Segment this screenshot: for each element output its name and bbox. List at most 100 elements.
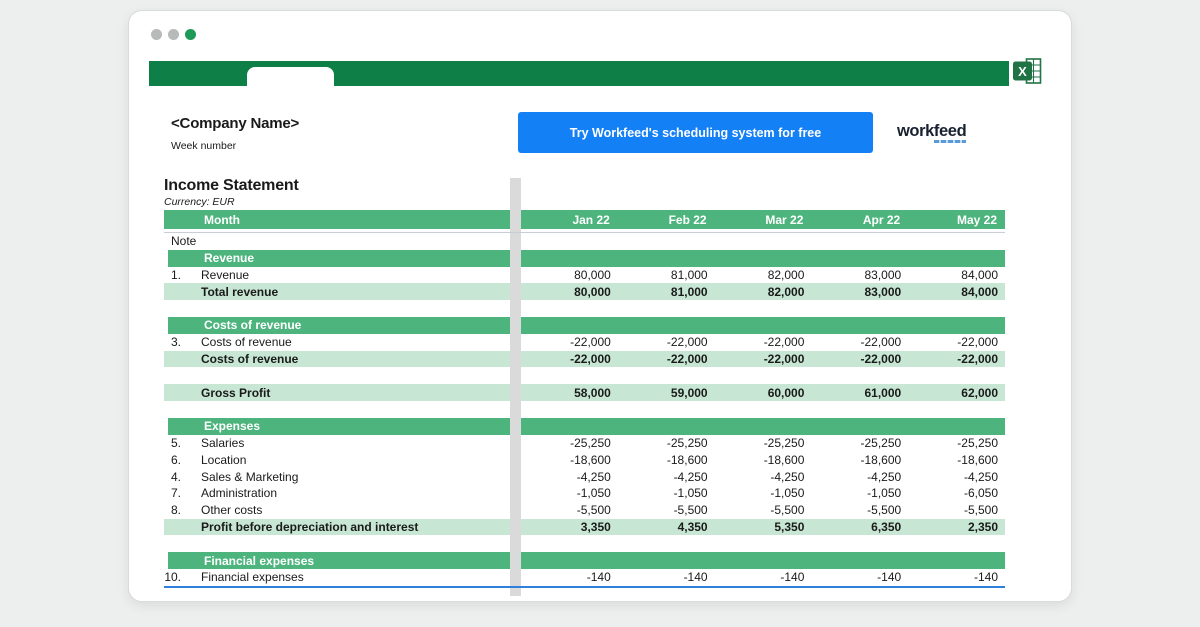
cell-value: 80,000 xyxy=(521,267,618,284)
table-header-row: Month Jan 22 Feb 22 Mar 22 Apr 22 May 22 xyxy=(164,210,1005,229)
total-value: -22,000 xyxy=(618,351,715,368)
section-header-label: Financial expenses xyxy=(168,552,510,569)
cell-value: 84,000 xyxy=(908,267,1005,284)
currency-label: Currency: EUR xyxy=(164,196,299,208)
table-row-spacer xyxy=(164,300,1005,317)
table-row-data: 1.Revenue80,00081,00082,00083,00084,000 xyxy=(164,267,1005,284)
cell-value: -5,500 xyxy=(618,502,715,519)
total-row-label: Gross Profit xyxy=(164,384,510,401)
total-row-label: Costs of revenue xyxy=(164,351,510,368)
cell-value: -5,500 xyxy=(908,502,1005,519)
month-header-cell: May 22 xyxy=(908,210,1005,229)
cell-value: -18,600 xyxy=(811,451,908,468)
logo-text-feed: feed xyxy=(934,122,966,143)
row-number: 6. xyxy=(164,451,188,468)
table-row-spacer xyxy=(164,535,1005,552)
cell-value: -5,500 xyxy=(811,502,908,519)
excel-icon: X xyxy=(1013,57,1043,85)
table-row-data: 3.Costs of revenue-22,000-22,000-22,000-… xyxy=(164,334,1005,351)
divider-gap xyxy=(510,468,521,485)
section-header-label: Expenses xyxy=(168,418,510,435)
cell-value: -22,000 xyxy=(521,334,618,351)
cell-value: -18,600 xyxy=(908,451,1005,468)
total-value: 58,000 xyxy=(521,384,618,401)
cell-value: -1,050 xyxy=(715,485,812,502)
month-header-cell: Feb 22 xyxy=(618,210,715,229)
sheet-title: Income Statement xyxy=(164,177,299,195)
divider-gap xyxy=(510,250,521,267)
cell-value: -4,250 xyxy=(715,468,812,485)
table-row-data: 10.Financial expenses-140-140-140-140-14… xyxy=(164,569,1005,586)
cell-value: -25,250 xyxy=(521,435,618,452)
row-label: Revenue xyxy=(188,267,510,284)
total-value: -22,000 xyxy=(908,351,1005,368)
cell-value: -4,250 xyxy=(908,468,1005,485)
divider-gap xyxy=(510,283,521,300)
table-row-spacer xyxy=(164,367,1005,384)
total-value: 3,350 xyxy=(521,519,618,536)
table-row-section: Revenue xyxy=(164,250,1005,267)
table-row-data: 5.Salaries-25,250-25,250-25,250-25,250-2… xyxy=(164,435,1005,452)
cell-value: -18,600 xyxy=(618,451,715,468)
total-value: 83,000 xyxy=(811,283,908,300)
table-row-data: 6.Location-18,600-18,600-18,600-18,600-1… xyxy=(164,451,1005,468)
total-value: 62,000 xyxy=(908,384,1005,401)
section-header-label: Costs of revenue xyxy=(168,317,510,334)
cell-value: -140 xyxy=(521,569,618,586)
window-controls xyxy=(151,29,196,40)
divider-gap xyxy=(510,317,521,334)
row-label: Administration xyxy=(188,485,510,502)
table-row-spacer xyxy=(164,401,1005,418)
sheet-tab[interactable] xyxy=(247,67,334,86)
divider-gap xyxy=(510,485,521,502)
divider-gap xyxy=(510,552,521,569)
window-dot-icon[interactable] xyxy=(185,29,196,40)
divider-gap xyxy=(510,384,521,401)
divider-gap xyxy=(510,351,521,368)
logo-text-work: work xyxy=(897,122,934,140)
table-row-data: 7.Administration-1,050-1,050-1,050-1,050… xyxy=(164,485,1005,502)
cell-value: -140 xyxy=(811,569,908,586)
window-dot-icon[interactable] xyxy=(151,29,162,40)
section-header-band xyxy=(521,317,1005,334)
table-row-section: Costs of revenue xyxy=(164,317,1005,334)
window-dot-icon[interactable] xyxy=(168,29,179,40)
svg-text:X: X xyxy=(1018,64,1027,79)
workfeed-logo[interactable]: workfeed xyxy=(897,122,966,141)
table-row-data: 4.Sales & Marketing-4,250-4,250-4,250-4,… xyxy=(164,468,1005,485)
bottom-accent-line xyxy=(164,586,1005,588)
cell-value: 83,000 xyxy=(811,267,908,284)
row-label: Salaries xyxy=(188,435,510,452)
cell-value: -5,500 xyxy=(521,502,618,519)
row-label: Sales & Marketing xyxy=(188,468,510,485)
month-header-cell: Jan 22 xyxy=(521,210,618,229)
total-value: 81,000 xyxy=(618,283,715,300)
cell-value: -140 xyxy=(908,569,1005,586)
cell-value: 82,000 xyxy=(715,267,812,284)
cell-value: -25,250 xyxy=(618,435,715,452)
row-label: Other costs xyxy=(188,502,510,519)
table-row-data: 8.Other costs-5,500-5,500-5,500-5,500-5,… xyxy=(164,502,1005,519)
cell-value: 81,000 xyxy=(618,267,715,284)
row-label: Financial expenses xyxy=(188,569,510,586)
row-number: 4. xyxy=(164,468,188,485)
total-value: 59,000 xyxy=(618,384,715,401)
divider-gap xyxy=(510,210,521,229)
total-value: -22,000 xyxy=(521,351,618,368)
divider-gap xyxy=(510,519,521,536)
cell-value: -25,250 xyxy=(715,435,812,452)
divider-gap xyxy=(510,502,521,519)
cell-value: -4,250 xyxy=(618,468,715,485)
cell-value: -140 xyxy=(618,569,715,586)
table-row-total: Profit before depreciation and interest3… xyxy=(164,519,1005,536)
sheet-title-block: Income Statement Currency: EUR xyxy=(164,177,299,208)
company-name: <Company Name> xyxy=(171,115,299,132)
note-label: Note xyxy=(164,233,510,250)
cell-value: -22,000 xyxy=(811,334,908,351)
cta-button[interactable]: Try Workfeed's scheduling system for fre… xyxy=(518,112,873,153)
total-value: 60,000 xyxy=(715,384,812,401)
cell-value: -140 xyxy=(715,569,812,586)
cell-value: -5,500 xyxy=(715,502,812,519)
table-row-total: Costs of revenue-22,000-22,000-22,000-22… xyxy=(164,351,1005,368)
total-value: 82,000 xyxy=(715,283,812,300)
